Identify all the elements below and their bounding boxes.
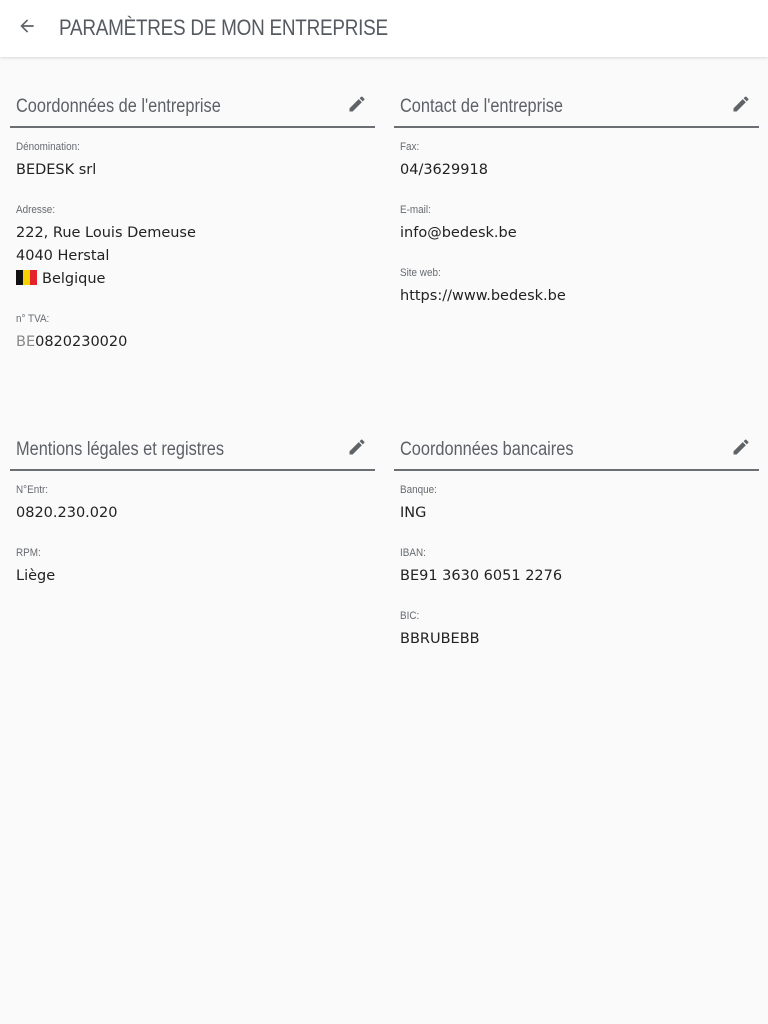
fax-value: 04/3629918 [400,162,488,178]
email-field: E-mail: info@bedesk.be [400,203,759,245]
section-title: Coordonnées de l'entreprise [16,96,221,117]
field-label: BIC: [400,610,420,622]
iban-field: IBAN: BE91 3630 6051 2276 [400,546,759,588]
pencil-icon [347,437,367,461]
company-details-section: Coordonnées de l'entreprise Dénomination… [10,86,375,354]
field-label: Fax: [400,141,420,153]
company-contact-section: Contact de l'entreprise Fax: 04/3629918 … [394,86,759,308]
section-header: Coordonnées de l'entreprise [10,86,375,128]
section-header: Mentions légales et registres [10,429,375,471]
edit-legal-mentions-button[interactable] [345,437,369,461]
rpm-field: RPM: Liège [16,546,375,588]
section-title: Coordonnées bancaires [400,439,574,460]
vat-field: n° TVA: BE0820230020 [16,312,375,354]
field-label: N°Entr: [16,484,49,496]
pencil-icon [347,94,367,118]
section-title: Mentions légales et registres [16,439,224,460]
website-field: Site web: https://www.bedesk.be [400,266,759,308]
field-label: Adresse: [16,204,56,216]
page-title: PARAMÈTRES DE MON ENTREPRISE [59,15,388,40]
vat-value: BE0820230020 [16,331,375,354]
field-label: n° TVA: [16,313,50,325]
bank-name-value: ING [400,505,427,521]
bank-details-section: Coordonnées bancaires Banque: ING IBAN: … [394,429,759,651]
legal-mentions-section: Mentions légales et registres N°Entr: 08… [10,429,375,588]
address-field: Adresse: 222, Rue Louis Demeuse 4040 Her… [16,203,375,291]
rpm-value: Liège [16,568,56,584]
back-button[interactable] [13,14,41,42]
field-label: Dénomination: [16,141,80,153]
arrow-left-icon [17,16,37,40]
edit-company-details-button[interactable] [345,94,369,118]
address-line1: 222, Rue Louis Demeuse [16,225,196,241]
country-name: Belgique [42,271,106,287]
field-label: IBAN: [400,547,426,559]
section-header: Contact de l'entreprise [394,86,759,128]
email-value: info@bedesk.be [400,225,517,241]
field-label: E-mail: [400,204,431,216]
section-title: Contact de l'entreprise [400,96,563,117]
website-value: https://www.bedesk.be [400,288,566,304]
iban-value: BE91 3630 6051 2276 [400,568,563,584]
enterprise-number-value: 0820.230.020 [16,505,118,521]
field-label: RPM: [16,547,41,559]
section-header: Coordonnées bancaires [394,429,759,471]
fax-field: Fax: 04/3629918 [400,140,759,182]
field-label: Site web: [400,267,441,279]
vat-number: 0820230020 [35,334,128,350]
address-country: Belgique [16,268,375,291]
pencil-icon [731,94,751,118]
app-bar: PARAMÈTRES DE MON ENTREPRISE [0,0,768,57]
edit-bank-details-button[interactable] [729,437,753,461]
enterprise-number-field: N°Entr: 0820.230.020 [16,483,375,525]
company-name-value: BEDESK srl [16,162,97,178]
bic-field: BIC: BBRUBEBB [400,609,759,651]
company-name-field: Dénomination: BEDESK srl [16,140,375,182]
vat-prefix: BE [16,334,36,350]
pencil-icon [731,437,751,461]
bank-name-field: Banque: ING [400,483,759,525]
field-label: Banque: [400,484,437,496]
address-line2: 4040 Herstal [16,248,110,264]
edit-company-contact-button[interactable] [729,94,753,118]
belgium-flag-icon [16,270,37,285]
bic-value: BBRUBEBB [400,631,480,647]
